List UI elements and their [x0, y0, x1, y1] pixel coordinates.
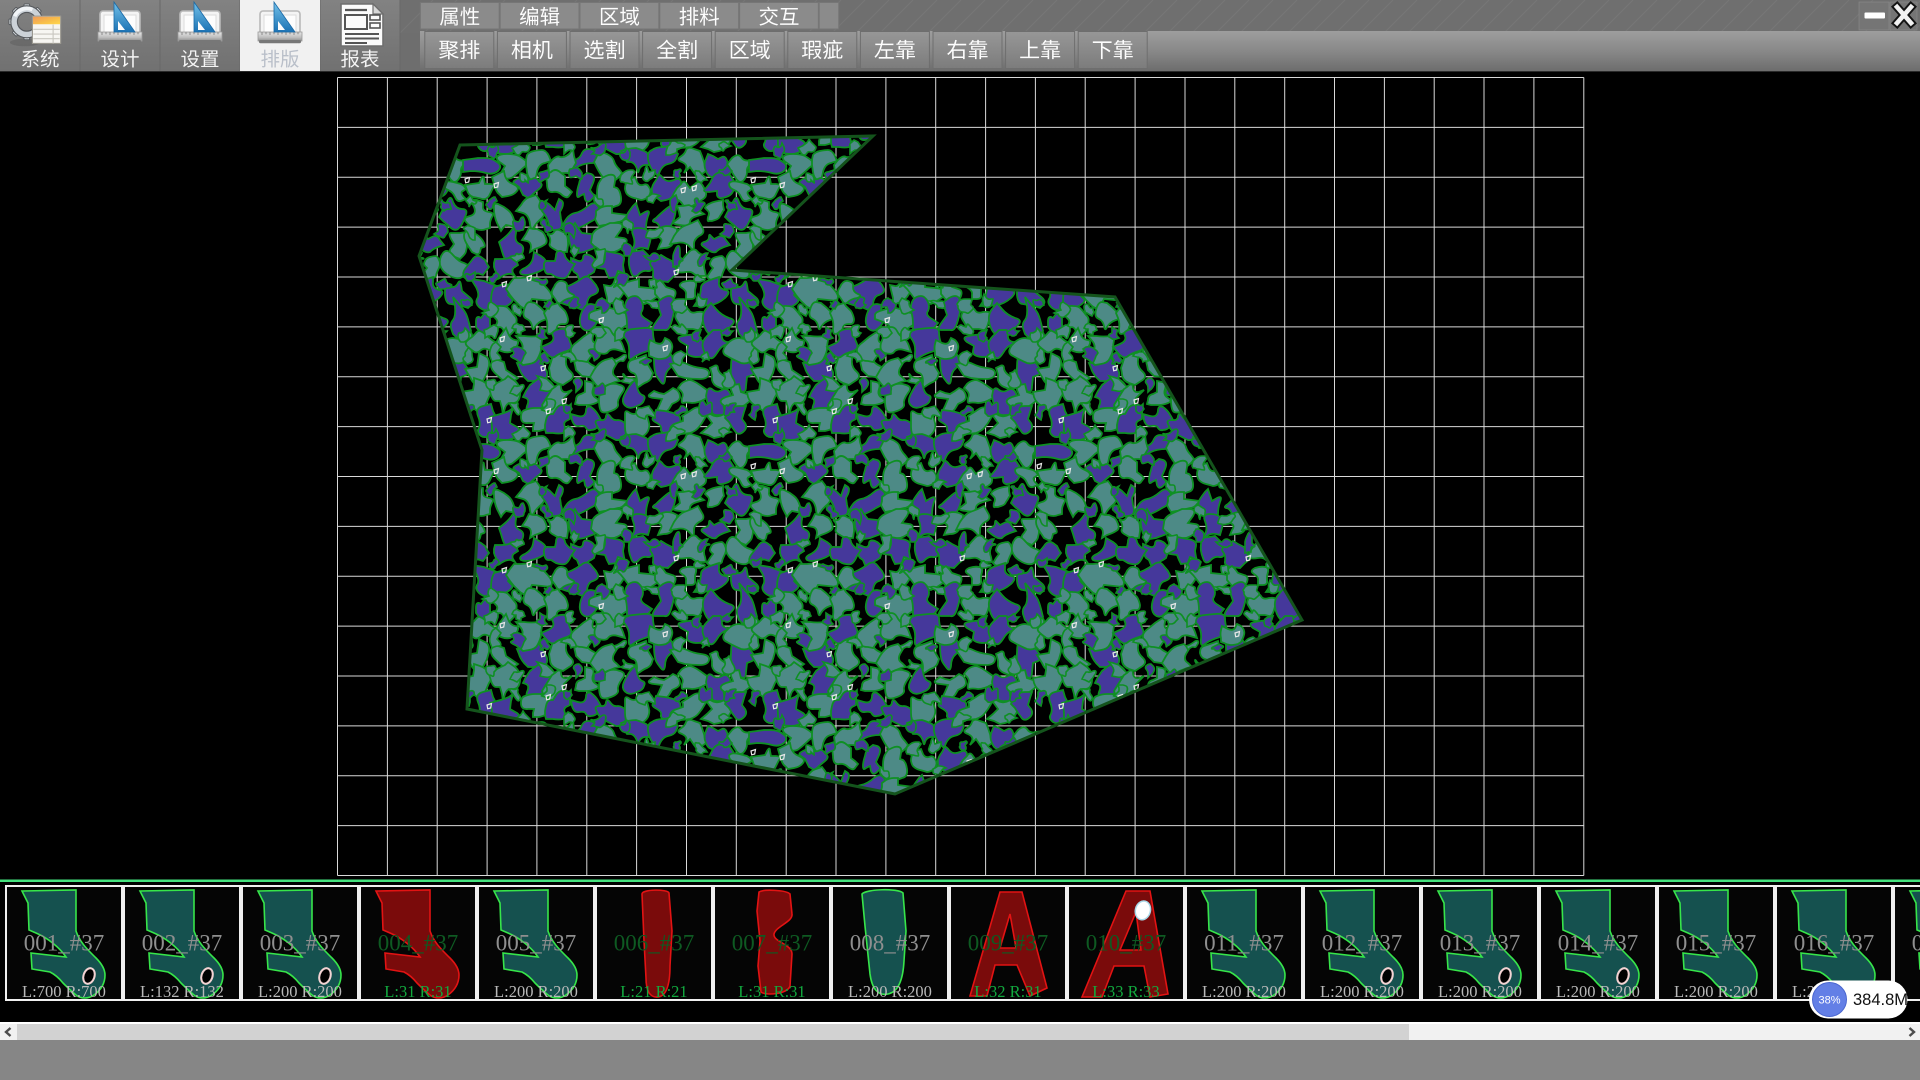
svg-text:L:200 R:200: L:200 R:200: [1320, 982, 1404, 1001]
svg-text:012_#37: 012_#37: [1322, 931, 1403, 956]
svg-text:016_#37: 016_#37: [1794, 931, 1875, 956]
svg-text:L:200 R:200: L:200 R:200: [1438, 982, 1522, 1001]
svg-text:L:200 R:200: L:200 R:200: [258, 982, 342, 1001]
svg-text:011_#37: 011_#37: [1204, 931, 1284, 956]
svg-text:017_#37: 017_#37: [1912, 931, 1920, 956]
svg-text:38%: 38%: [1818, 995, 1840, 1007]
svg-text:015_#37: 015_#37: [1676, 931, 1757, 956]
svg-text:L:700 R:700: L:700 R:700: [22, 982, 106, 1001]
svg-text:L:132 R:132: L:132 R:132: [140, 982, 224, 1001]
svg-text:L:32 R:31: L:32 R:31: [974, 982, 1041, 1001]
svg-text:L:21 R:21: L:21 R:21: [620, 982, 687, 1001]
svg-text:006_#37: 006_#37: [614, 931, 695, 956]
svg-text:L:200 R:200: L:200 R:200: [1202, 982, 1286, 1001]
svg-text:005_#37: 005_#37: [496, 931, 577, 956]
svg-text:L:31 R:31: L:31 R:31: [384, 982, 451, 1001]
svg-text:384.8M: 384.8M: [1853, 991, 1908, 1009]
svg-text:009_#37: 009_#37: [968, 931, 1049, 956]
svg-text:014_#37: 014_#37: [1558, 931, 1639, 956]
svg-text:007_#37: 007_#37: [732, 931, 813, 956]
svg-text:002_#37: 002_#37: [142, 931, 223, 956]
svg-text:001_#37: 001_#37: [24, 931, 105, 956]
svg-text:010_#37: 010_#37: [1086, 931, 1167, 956]
svg-text:L:200 R:200: L:200 R:200: [848, 982, 932, 1001]
svg-text:003_#37: 003_#37: [260, 931, 341, 956]
svg-text:L:31 R:31: L:31 R:31: [738, 982, 805, 1001]
svg-text:L:200 R:200: L:200 R:200: [494, 982, 578, 1001]
svg-text:013_#37: 013_#37: [1440, 931, 1521, 956]
svg-text:L:200 R:200: L:200 R:200: [1556, 982, 1640, 1001]
svg-text:L:200 R:200: L:200 R:200: [1674, 982, 1758, 1001]
svg-text:004_#37: 004_#37: [378, 931, 459, 956]
svg-text:008_#37: 008_#37: [850, 931, 931, 956]
svg-text:L:33 R:33: L:33 R:33: [1092, 982, 1159, 1001]
